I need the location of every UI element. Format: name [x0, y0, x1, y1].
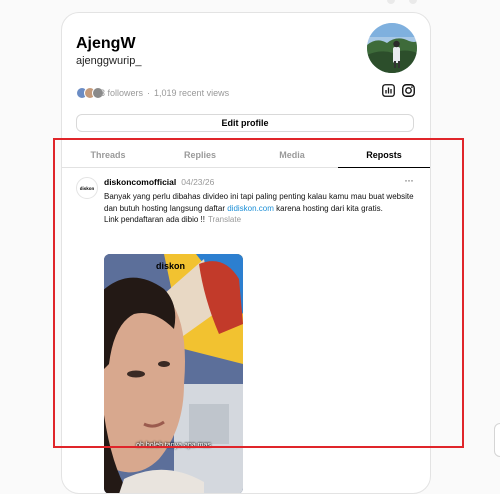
- side-panel-handle[interactable]: [494, 423, 500, 457]
- instagram-icon[interactable]: [400, 82, 416, 98]
- profile-handle: ajenggwurip_: [76, 55, 142, 67]
- edit-profile-button[interactable]: Edit profile: [76, 114, 414, 132]
- recent-views: 1,019 recent views: [154, 88, 230, 98]
- followers-summary[interactable]: 3 followers · 1,019 recent views: [76, 86, 229, 100]
- followers-separator: ·: [147, 88, 151, 98]
- highlight-box: [53, 138, 464, 448]
- profile-name: AjengW: [76, 35, 136, 52]
- followers-count: 3 followers: [100, 88, 144, 98]
- profile-avatar[interactable]: [367, 23, 417, 73]
- insights-icon[interactable]: [380, 82, 396, 98]
